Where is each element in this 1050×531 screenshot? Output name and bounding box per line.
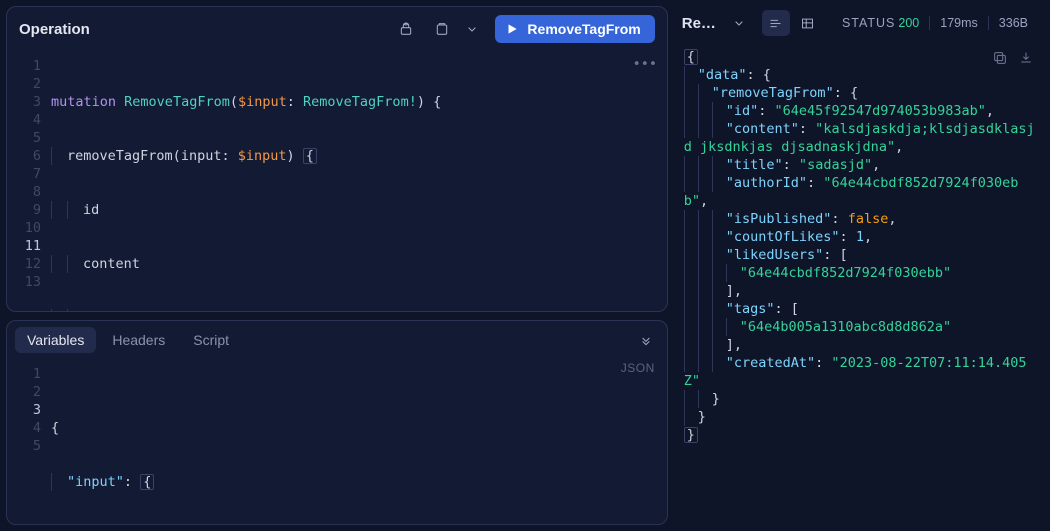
run-button[interactable]: RemoveTagFrom bbox=[495, 15, 654, 43]
tab-variables[interactable]: Variables bbox=[15, 327, 96, 353]
response-json[interactable]: { "data": { "removeTagFrom": { "id": "64… bbox=[684, 48, 1038, 444]
operation-header: Operation RemoveTagFrom bbox=[7, 7, 667, 51]
response-header: Re… STATUS200 179ms 336B bbox=[678, 6, 1044, 42]
response-title: Re… bbox=[682, 15, 716, 32]
variables-tabs: Variables Headers Script bbox=[7, 321, 667, 359]
tab-script[interactable]: Script bbox=[181, 327, 241, 353]
variables-editor[interactable]: JSON { "input": { "postId": "64e45f92547… bbox=[51, 359, 667, 525]
editor-gutter: 1234 5678 910111213 bbox=[7, 51, 51, 312]
response-time: 179ms bbox=[929, 16, 988, 30]
response-stats: STATUS200 179ms 336B bbox=[832, 16, 1038, 30]
code-actions-menu[interactable]: ••• bbox=[633, 55, 657, 73]
response-size: 336B bbox=[988, 16, 1038, 30]
status-code: 200 bbox=[898, 16, 919, 30]
run-button-label: RemoveTagFrom bbox=[527, 21, 640, 37]
json-badge: JSON bbox=[621, 359, 655, 377]
response-dropdown[interactable] bbox=[726, 10, 752, 36]
view-json-toggle[interactable] bbox=[762, 10, 790, 36]
share-icon[interactable] bbox=[393, 16, 419, 42]
response-panel: Re… STATUS200 179ms 336B { "data": { "re… bbox=[678, 6, 1044, 525]
collapse-panel-icon[interactable] bbox=[633, 327, 659, 353]
download-response-icon[interactable] bbox=[1018, 50, 1034, 70]
graphql-editor[interactable]: mutation RemoveTagFrom($input: RemoveTag… bbox=[51, 51, 667, 312]
operation-editor-panel: Operation RemoveTagFrom 1234 5678 910111… bbox=[6, 6, 668, 312]
save-collection-icon[interactable] bbox=[429, 16, 455, 42]
variables-panel: Variables Headers Script 12345 JSON { "i… bbox=[6, 320, 668, 525]
operation-title: Operation bbox=[19, 21, 383, 38]
variables-gutter: 12345 bbox=[7, 359, 51, 525]
tab-headers[interactable]: Headers bbox=[100, 327, 177, 353]
view-table-toggle[interactable] bbox=[794, 10, 822, 36]
copy-response-icon[interactable] bbox=[992, 50, 1008, 70]
save-collection-dropdown[interactable] bbox=[459, 16, 485, 42]
